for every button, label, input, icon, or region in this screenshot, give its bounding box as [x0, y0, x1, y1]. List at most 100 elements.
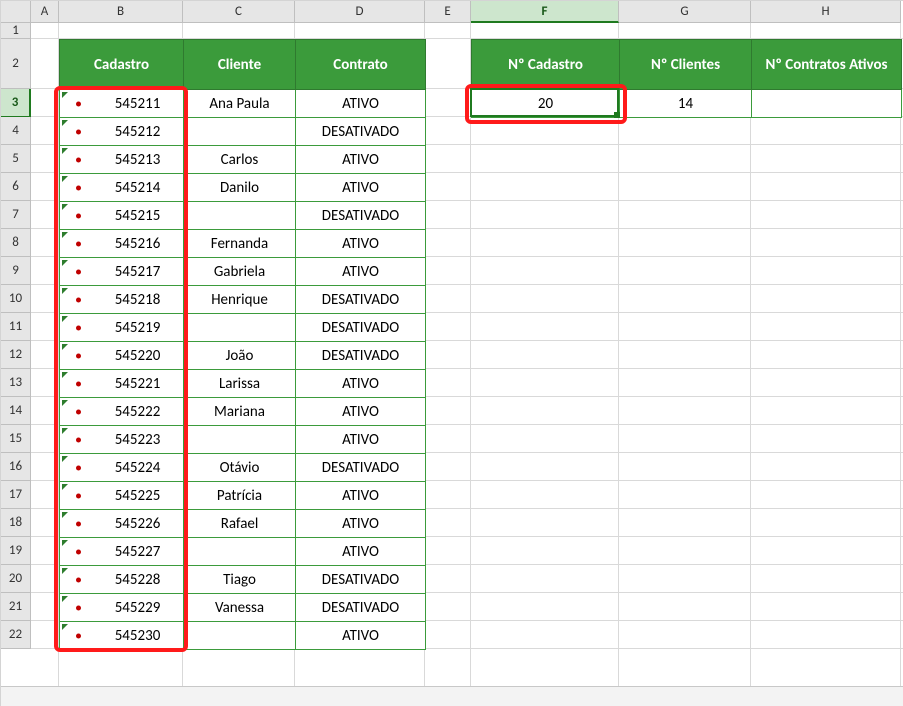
table-row[interactable]: 545218HenriqueDESATIVADO	[60, 286, 426, 314]
row-header-3[interactable]: 3	[1, 89, 31, 117]
row-header-20[interactable]: 20	[1, 565, 31, 593]
col-header-n-clientes[interactable]: Nº Clientes	[620, 40, 752, 90]
spreadsheet[interactable]: ABCDEFGH 1234567891011121314151617181920…	[0, 0, 903, 706]
cell-contrato[interactable]: ATIVO	[296, 622, 426, 650]
cell-contrato[interactable]: ATIVO	[296, 426, 426, 454]
cell-cadastro[interactable]: 545224	[60, 454, 184, 482]
table-row[interactable]: 545226RafaelATIVO	[60, 510, 426, 538]
table-row[interactable]: 545212 DESATIVADO	[60, 118, 426, 146]
row-header-14[interactable]: 14	[1, 397, 31, 425]
cell-cadastro[interactable]: 545229	[60, 594, 184, 622]
cell-contrato[interactable]: ATIVO	[296, 538, 426, 566]
column-header-E[interactable]: E	[425, 1, 471, 23]
row-header-19[interactable]: 19	[1, 537, 31, 565]
cell-cadastro[interactable]: 545219	[60, 314, 184, 342]
col-header-cadastro[interactable]: Cadastro	[60, 40, 184, 90]
column-header-G[interactable]: G	[619, 1, 751, 23]
row-header-2[interactable]: 2	[1, 39, 31, 89]
cell-cliente[interactable]	[184, 314, 296, 342]
col-header-n-contratos-ativos[interactable]: Nº Contratos Ativos	[752, 40, 902, 90]
row-header-15[interactable]: 15	[1, 425, 31, 453]
cell-cliente[interactable]: João	[184, 342, 296, 370]
cell-cliente[interactable]	[184, 202, 296, 230]
column-header-C[interactable]: C	[183, 1, 295, 23]
cell-cadastro[interactable]: 545213	[60, 146, 184, 174]
select-all-corner[interactable]	[1, 1, 31, 23]
cell-cliente[interactable]: Danilo	[184, 174, 296, 202]
table-row[interactable]: 545225PatríciaATIVO	[60, 482, 426, 510]
table-row[interactable]: 545227 ATIVO	[60, 538, 426, 566]
row-header-18[interactable]: 18	[1, 509, 31, 537]
cell-cadastro[interactable]: 545215	[60, 202, 184, 230]
col-header-n-cadastro[interactable]: Nº Cadastro	[472, 40, 620, 90]
cell-cadastro[interactable]: 545223	[60, 426, 184, 454]
table-row[interactable]: 545229VanessaDESATIVADO	[60, 594, 426, 622]
cell-cadastro[interactable]: 545217	[60, 258, 184, 286]
cell-cliente[interactable]: Fernanda	[184, 230, 296, 258]
row-header-8[interactable]: 8	[1, 229, 31, 257]
table-row[interactable]: 545216FernandaATIVO	[60, 230, 426, 258]
cell-contrato[interactable]: DESATIVADO	[296, 118, 426, 146]
summary-row[interactable]: 20 14	[472, 90, 902, 118]
cell-contrato[interactable]: DESATIVADO	[296, 566, 426, 594]
cell-n-contratos-ativos[interactable]	[752, 90, 902, 118]
cell-cliente[interactable]: Tiago	[184, 566, 296, 594]
cell-cadastro[interactable]: 545222	[60, 398, 184, 426]
cell-cadastro[interactable]: 545218	[60, 286, 184, 314]
row-header-11[interactable]: 11	[1, 313, 31, 341]
cell-cliente[interactable]	[184, 538, 296, 566]
cell-cadastro[interactable]: 545227	[60, 538, 184, 566]
col-header-cliente[interactable]: Cliente	[184, 40, 296, 90]
cell-contrato[interactable]: DESATIVADO	[296, 594, 426, 622]
cell-contrato[interactable]: DESATIVADO	[296, 454, 426, 482]
row-header-12[interactable]: 12	[1, 341, 31, 369]
cell-contrato[interactable]: ATIVO	[296, 146, 426, 174]
sheet-tab-strip[interactable]	[1, 686, 903, 706]
table-row[interactable]: 545230 ATIVO	[60, 622, 426, 650]
cell-contrato[interactable]: ATIVO	[296, 90, 426, 118]
table-row[interactable]: 545215 DESATIVADO	[60, 202, 426, 230]
cell-contrato[interactable]: ATIVO	[296, 398, 426, 426]
cell-cadastro[interactable]: 545211	[60, 90, 184, 118]
row-header-17[interactable]: 17	[1, 481, 31, 509]
cell-contrato[interactable]: ATIVO	[296, 510, 426, 538]
cell-cliente[interactable]	[184, 622, 296, 650]
column-header-D[interactable]: D	[295, 1, 425, 23]
column-header-B[interactable]: B	[59, 1, 183, 23]
table-row[interactable]: 545223 ATIVO	[60, 426, 426, 454]
cell-cliente[interactable]	[184, 118, 296, 146]
cell-cadastro[interactable]: 545230	[60, 622, 184, 650]
row-header-1[interactable]: 1	[1, 23, 31, 39]
cell-cadastro[interactable]: 545225	[60, 482, 184, 510]
cell-cliente[interactable]: Henrique	[184, 286, 296, 314]
cell-cliente[interactable]: Carlos	[184, 146, 296, 174]
cell-cliente[interactable]: Patrícia	[184, 482, 296, 510]
cell-cliente[interactable]: Ana Paula	[184, 90, 296, 118]
cell-cadastro[interactable]: 545220	[60, 342, 184, 370]
table-row[interactable]: 545211Ana PaulaATIVO	[60, 90, 426, 118]
row-header-4[interactable]: 4	[1, 117, 31, 145]
row-header-22[interactable]: 22	[1, 621, 31, 649]
table-row[interactable]: 545224OtávioDESATIVADO	[60, 454, 426, 482]
cell-cliente[interactable]: Rafael	[184, 510, 296, 538]
row-header-13[interactable]: 13	[1, 369, 31, 397]
cell-cadastro[interactable]: 545212	[60, 118, 184, 146]
cell-cadastro[interactable]: 545228	[60, 566, 184, 594]
cell-cliente[interactable]	[184, 426, 296, 454]
cell-n-clientes[interactable]: 14	[620, 90, 752, 118]
table-row[interactable]: 545213CarlosATIVO	[60, 146, 426, 174]
cell-contrato[interactable]: ATIVO	[296, 370, 426, 398]
grid-cells[interactable]: Cadastro Cliente Contrato 545211Ana Paul…	[31, 23, 903, 706]
cell-cliente[interactable]: Vanessa	[184, 594, 296, 622]
column-header-H[interactable]: H	[751, 1, 901, 23]
cell-cliente[interactable]: Mariana	[184, 398, 296, 426]
row-header-10[interactable]: 10	[1, 285, 31, 313]
row-header-5[interactable]: 5	[1, 145, 31, 173]
cell-contrato[interactable]: ATIVO	[296, 230, 426, 258]
cell-contrato[interactable]: DESATIVADO	[296, 202, 426, 230]
row-header-16[interactable]: 16	[1, 453, 31, 481]
cell-cadastro[interactable]: 545216	[60, 230, 184, 258]
table-row[interactable]: 545214DaniloATIVO	[60, 174, 426, 202]
cell-cadastro[interactable]: 545221	[60, 370, 184, 398]
cell-contrato[interactable]: DESATIVADO	[296, 286, 426, 314]
